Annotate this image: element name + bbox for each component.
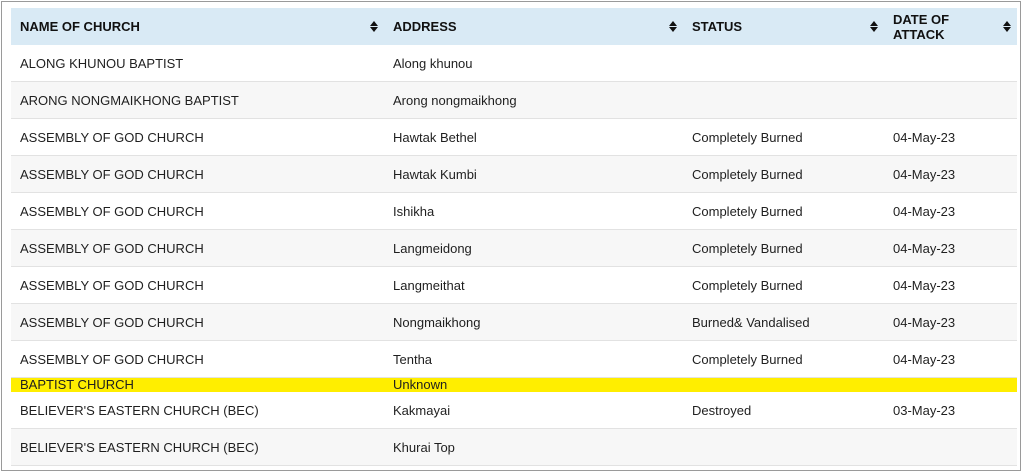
- church-name-cell: ASSEMBLY OF GOD CHURCH: [11, 303, 384, 341]
- status-cell: [683, 428, 884, 466]
- church-name-cell: ASSEMBLY OF GOD CHURCH: [11, 192, 384, 230]
- status-cell: [683, 45, 884, 82]
- date-cell: 04-May-23: [884, 155, 1017, 193]
- table-row[interactable]: ALONG KHUNOU BAPTIST Along khunou: [11, 45, 1017, 82]
- address-cell: Nongmaikhong: [384, 303, 683, 341]
- status-cell: Completely Burned: [683, 266, 884, 304]
- column-header-date-of-attack[interactable]: DATE OF ATTACK: [884, 8, 1017, 45]
- column-header-label: STATUS: [692, 19, 743, 34]
- address-cell: Langmeidong: [384, 229, 683, 267]
- address-cell: Ishikha: [384, 192, 683, 230]
- table-row[interactable]: BELIEVER'S EASTERN CHURCH (BEC) Kakmayai D…: [11, 392, 1017, 429]
- sort-icon[interactable]: [370, 21, 378, 33]
- address-cell: Langmeithat: [384, 266, 683, 304]
- date-cell: 04-May-23: [884, 192, 1017, 230]
- church-name-cell: ASSEMBLY OF GOD CHURCH: [11, 155, 384, 193]
- table-row[interactable]: ASSEMBLY OF GOD CHURCH Nongmaikhong Burned…: [11, 303, 1017, 341]
- date-cell: [884, 428, 1017, 466]
- status-cell: Completely Burned: [683, 229, 884, 267]
- column-header-name-of-church[interactable]: NAME OF CHURCH: [11, 8, 384, 45]
- date-cell: 04-May-23: [884, 303, 1017, 341]
- table-row[interactable]: ASSEMBLY OF GOD CHURCH Langmeithat Complet…: [11, 266, 1017, 304]
- church-name-cell: ASSEMBLY OF GOD CHURCH: [11, 340, 384, 378]
- churches-table: NAME OF CHURCH ADDRESS STATUS DATE OF AT…: [11, 8, 1017, 466]
- sort-icon[interactable]: [1003, 21, 1011, 33]
- table-row[interactable]: ASSEMBLY OF GOD CHURCH Hawtak Kumbi Comple…: [11, 155, 1017, 193]
- address-cell: Hawtak Bethel: [384, 118, 683, 156]
- date-cell: 04-May-23: [884, 266, 1017, 304]
- date-cell: [884, 81, 1017, 119]
- column-header-label: NAME OF CHURCH: [20, 19, 140, 34]
- table-row[interactable]: ARONG NONGMAIKHONG BAPTIST Arong nongmaik…: [11, 81, 1017, 119]
- header-row: NAME OF CHURCH ADDRESS STATUS DATE OF AT…: [11, 8, 1017, 45]
- church-name-cell: BAPTIST CHURCH: [11, 377, 384, 392]
- sort-icon[interactable]: [870, 21, 878, 33]
- table-row[interactable]: ASSEMBLY OF GOD CHURCH Langmeidong Complet…: [11, 229, 1017, 267]
- page-frame: NAME OF CHURCH ADDRESS STATUS DATE OF AT…: [1, 1, 1021, 471]
- table-body: ALONG KHUNOU BAPTIST Along khunou ARONG NO…: [11, 45, 1017, 466]
- church-name-cell: ASSEMBLY OF GOD CHURCH: [11, 118, 384, 156]
- date-cell: 04-May-23: [884, 340, 1017, 378]
- church-name-cell: ARONG NONGMAIKHONG BAPTIST: [11, 81, 384, 119]
- address-cell: Unknown: [384, 377, 683, 392]
- column-header-label: DATE OF ATTACK: [893, 11, 950, 42]
- date-cell: [884, 45, 1017, 82]
- date-cell: 04-May-23: [884, 118, 1017, 156]
- status-cell: Completely Burned: [683, 118, 884, 156]
- column-header-address[interactable]: ADDRESS: [384, 8, 683, 45]
- status-cell: Completely Burned: [683, 155, 884, 193]
- table-row[interactable]: BELIEVER'S EASTERN CHURCH (BEC) Khurai To…: [11, 428, 1017, 466]
- table-row[interactable]: ASSEMBLY OF GOD CHURCH Tentha Completely B…: [11, 340, 1017, 378]
- status-cell: Completely Burned: [683, 340, 884, 378]
- table-row[interactable]: ASSEMBLY OF GOD CHURCH Ishikha Completely …: [11, 192, 1017, 230]
- church-name-cell: BELIEVER'S EASTERN CHURCH (BEC): [11, 392, 384, 429]
- status-cell: Completely Burned: [683, 192, 884, 230]
- church-name-cell: ASSEMBLY OF GOD CHURCH: [11, 266, 384, 304]
- address-cell: Arong nongmaikhong: [384, 81, 683, 119]
- table-row[interactable]: ASSEMBLY OF GOD CHURCH Hawtak Bethel Compl…: [11, 118, 1017, 156]
- status-cell: [683, 81, 884, 119]
- address-cell: Tentha: [384, 340, 683, 378]
- church-name-cell: BELIEVER'S EASTERN CHURCH (BEC): [11, 428, 384, 466]
- date-cell: [884, 377, 1017, 392]
- date-cell: 03-May-23: [884, 392, 1017, 429]
- address-cell: Along khunou: [384, 45, 683, 82]
- date-cell: 04-May-23: [884, 229, 1017, 267]
- address-cell: Kakmayai: [384, 392, 683, 429]
- table-row[interactable]: BAPTIST CHURCH Unknown: [11, 377, 1017, 392]
- sort-icon[interactable]: [669, 21, 677, 33]
- table-header: NAME OF CHURCH ADDRESS STATUS DATE OF AT…: [11, 8, 1017, 45]
- church-name-cell: ASSEMBLY OF GOD CHURCH: [11, 229, 384, 267]
- column-header-status[interactable]: STATUS: [683, 8, 884, 45]
- address-cell: Hawtak Kumbi: [384, 155, 683, 193]
- address-cell: Khurai Top: [384, 428, 683, 466]
- status-cell: Destroyed: [683, 392, 884, 429]
- church-name-cell: ALONG KHUNOU BAPTIST: [11, 45, 384, 82]
- status-cell: Burned& Vandalised: [683, 303, 884, 341]
- column-header-label: ADDRESS: [393, 19, 457, 34]
- status-cell: [683, 377, 884, 392]
